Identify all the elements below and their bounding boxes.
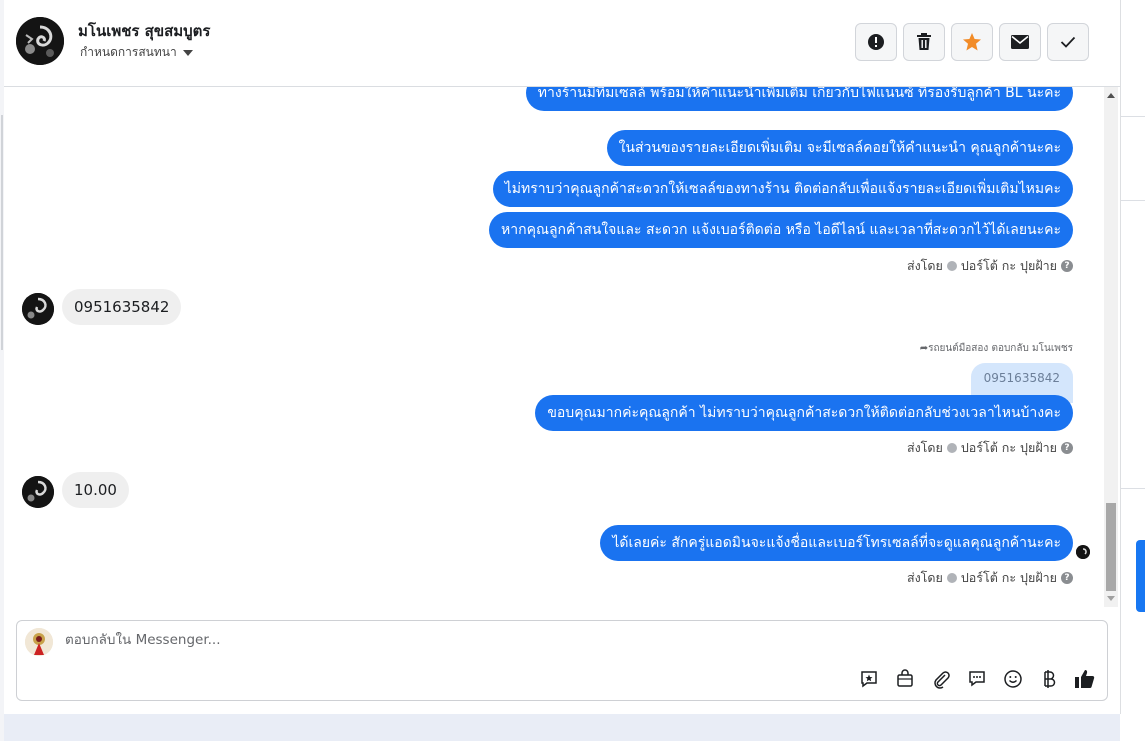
page-check-icon: [946, 573, 957, 583]
conversation-header: มโนเพชร สุขสมบูตร กำหนดการสนทนา: [4, 0, 1120, 87]
composer-toolbar: [857, 667, 1097, 691]
sent-by-prefix: ส่งโดย: [906, 258, 943, 273]
right-side-panel: [1120, 0, 1145, 741]
star-button[interactable]: [951, 23, 993, 61]
page-check-icon: [946, 261, 957, 271]
baht-icon[interactable]: [1037, 667, 1061, 691]
thread-scrollbar[interactable]: [1104, 87, 1118, 607]
sent-by-agent: ปอร์โต้ กะ ปุยฝ้าย: [960, 258, 1057, 273]
saved-reply-icon[interactable]: [857, 667, 881, 691]
message-thread[interactable]: ทางร้านมีทีมเซลล์ พร้อมให้คำแนะนำเพิ่มเต…: [4, 87, 1120, 607]
alert-icon: [868, 34, 884, 50]
reply-arrow-icon: ➦: [919, 343, 929, 354]
reply-note: ➦รถยนต์มือสอง ตอบกลับ มโนเพชร: [919, 343, 1073, 354]
contact-avatar-small[interactable]: [22, 293, 54, 325]
contact-avatar[interactable]: [16, 17, 64, 65]
contact-name[interactable]: มโนเพชร สุขสมบูตร: [78, 19, 210, 43]
mark-unread-button[interactable]: [999, 23, 1041, 61]
help-icon[interactable]: ?: [1061, 572, 1073, 584]
header-actions: [855, 23, 1089, 61]
caret-down-icon: [182, 49, 193, 56]
seen-avatar: [1076, 545, 1090, 559]
left-scroll-indicator: [1, 115, 3, 350]
sent-by-prefix: ส่งโดย: [906, 440, 943, 455]
side-tab[interactable]: [1136, 540, 1145, 612]
sent-by-prefix: ส่งโดย: [906, 570, 943, 585]
shop-icon[interactable]: [893, 667, 917, 691]
scrollbar-thumb[interactable]: [1106, 503, 1116, 591]
contact-avatar-small[interactable]: [22, 476, 54, 508]
scroll-up-arrow-icon[interactable]: [1107, 93, 1115, 98]
conversation-panel: มโนเพชร สุขสมบูตร กำหนดการสนทนา ทางร้านม…: [4, 0, 1121, 714]
trash-icon: [917, 33, 931, 50]
message-composer: [16, 620, 1108, 701]
mark-spam-button[interactable]: [855, 23, 897, 61]
assign-label: กำหนดการสนทนา: [80, 45, 177, 59]
sent-by-label: ส่งโดย ปอร์โต้ กะ ปุยฝ้าย ?: [907, 568, 1073, 588]
envelope-icon: [1011, 35, 1029, 49]
sent-by-label: ส่งโดย ปอร์โต้ กะ ปุยฝ้าย ?: [907, 438, 1073, 458]
sent-by-agent: ปอร์โต้ กะ ปุยฝ้าย: [960, 440, 1057, 455]
message-bubble-incoming[interactable]: 0951635842: [62, 289, 182, 325]
chat-icon[interactable]: [965, 667, 989, 691]
page-avatar: [25, 628, 53, 656]
page-check-icon: [946, 443, 957, 453]
reply-input[interactable]: [65, 632, 765, 648]
help-icon[interactable]: ?: [1061, 442, 1073, 454]
message-bubble-outgoing[interactable]: ในส่วนของรายละเอียดเพิ่มเติม จะมีเซลล์คอ…: [606, 130, 1073, 166]
help-icon[interactable]: ?: [1061, 260, 1073, 272]
message-bubble-outgoing[interactable]: ได้เลยค่ะ สักครู่แอดมินจะแจ้งชื่อและเบอร…: [600, 525, 1073, 561]
message-bubble-incoming[interactable]: 10.00: [62, 472, 129, 508]
star-icon: [963, 33, 981, 51]
sent-by-agent: ปอร์โต้ กะ ปุยฝ้าย: [960, 570, 1057, 585]
delete-button[interactable]: [903, 23, 945, 61]
message-bubble-outgoing[interactable]: ไม่ทราบว่าคุณลูกค้าสะดวกให้เซลล์ของทางร้…: [492, 171, 1073, 207]
attachment-icon[interactable]: [929, 667, 953, 691]
sent-by-label: ส่งโดย ปอร์โต้ กะ ปุยฝ้าย ?: [907, 256, 1073, 276]
thumbs-up-icon[interactable]: [1073, 667, 1097, 691]
message-bubble-outgoing[interactable]: หากคุณลูกค้าสนใจและ สะดวก แจ้งเบอร์ติดต่…: [489, 212, 1073, 248]
emoji-icon[interactable]: [1001, 667, 1025, 691]
message-bubble-outgoing[interactable]: ขอบคุณมากค่ะคุณลูกค้า ไม่ทราบว่าคุณลูกค้…: [535, 395, 1073, 431]
message-bubble-outgoing[interactable]: ทางร้านมีทีมเซลล์ พร้อมให้คำแนะนำเพิ่มเต…: [525, 87, 1073, 111]
check-icon: [1060, 36, 1076, 48]
scroll-down-arrow-icon[interactable]: [1107, 596, 1115, 601]
assign-conversation-dropdown[interactable]: กำหนดการสนทนา: [80, 43, 193, 62]
mark-done-button[interactable]: [1047, 23, 1089, 61]
